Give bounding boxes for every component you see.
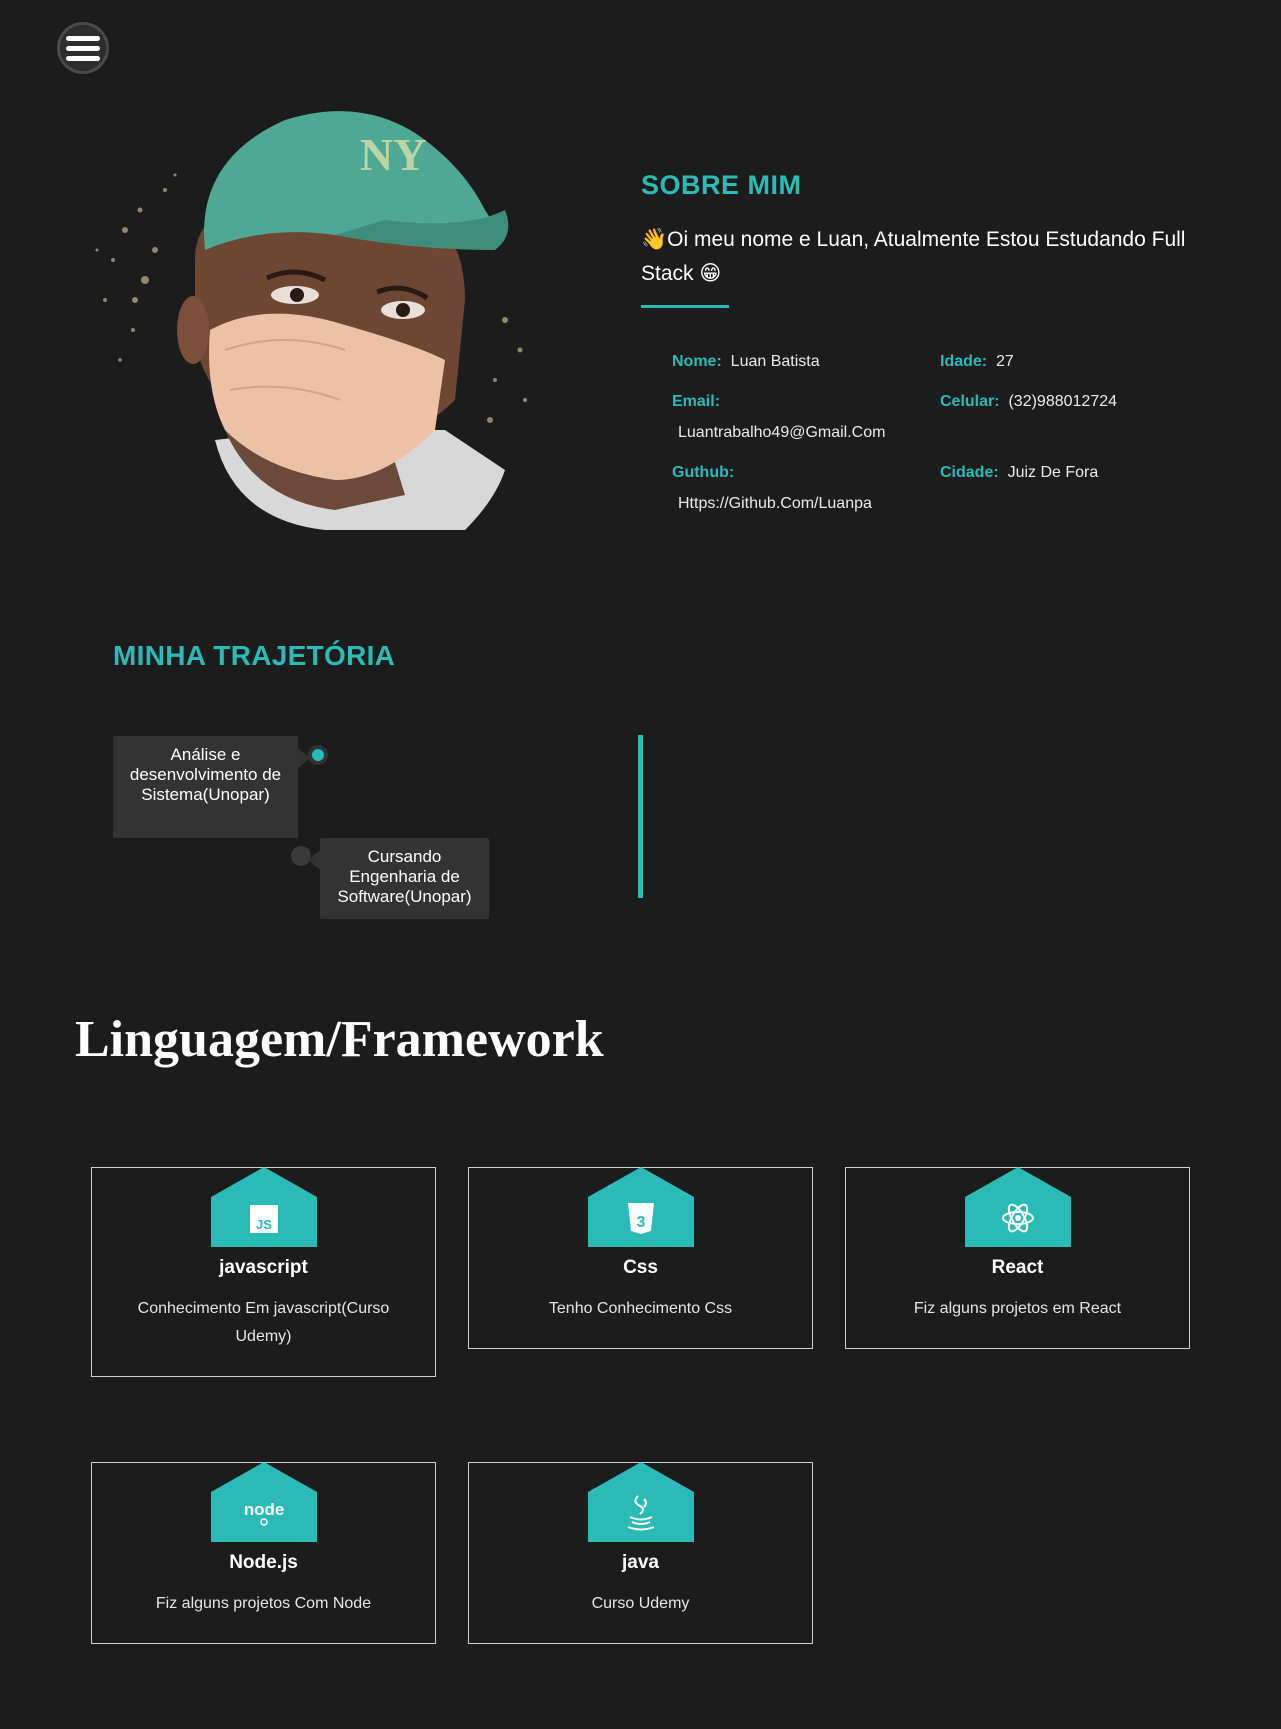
svg-text:JS: JS [256,1217,272,1232]
svg-text:node: node [243,1500,284,1519]
card-title: java [622,1552,659,1573]
cidade-value: Juiz De Fora [1007,464,1099,481]
nome-label: Nome: [672,353,722,370]
about-title: SOBRE MIM [641,170,802,200]
nome-value: Luan Batista [730,353,820,370]
timeline-line [638,735,643,898]
javascript-icon: JS [210,1167,317,1247]
language-card-java: java Curso Udemy [468,1462,813,1644]
card-title: Node.js [229,1552,298,1573]
celular-label: Celular: [940,393,1000,410]
info-idade: Idade: 27 [940,346,1014,377]
email-value: Luantrabalho49@Gmail.Com [678,424,886,441]
language-card-react: React Fiz alguns projetos em React [845,1167,1190,1349]
languages-title: Linguagem/Framework [75,1011,604,1068]
timeline-dot-active [308,745,328,765]
cidade-label: Cidade: [940,464,999,481]
svg-text:3: 3 [636,1214,645,1231]
card-title: javascript [219,1257,308,1278]
card-description: Conhecimento Em javascript(Curso Udemy) [137,1300,390,1345]
svg-text:NY: NY [360,129,426,180]
language-card-javascript: JS javascript Conhecimento Em javascript… [91,1167,436,1377]
timeline-item: Cursando Engenharia de Software(Unopar) [308,838,489,919]
trajectory-title: MINHA TRAJETÓRIA [113,640,396,671]
language-card-css: 3 Css Tenho Conhecimento Css [468,1167,813,1349]
info-github: Guthub: Https://Github.Com/Luanpa [672,457,872,519]
timeline-item: Análise e desenvolvimento de Sistema(Uno… [113,736,310,838]
card-description: Fiz alguns projetos em React [913,1300,1122,1317]
idade-label: Idade: [940,353,988,370]
about-intro: 👋Oi meu nome e Luan, Atualmente Estou Es… [641,228,1186,285]
info-celular: Celular: (32)988012724 [940,386,1117,417]
card-title: React [991,1257,1044,1278]
email-label: Email: [672,393,721,410]
language-card-nodejs: node Node.js Fiz alguns projetos Com Nod… [91,1462,436,1644]
nodejs-icon: node [210,1462,317,1542]
card-title: Css [623,1257,658,1278]
github-label: Guthub: [672,464,735,481]
about-underline-divider [641,305,729,308]
react-icon [964,1167,1071,1247]
card-description: Fiz alguns projetos Com Node [155,1595,372,1612]
info-cidade: Cidade: Juiz De Fora [940,457,1098,488]
about-section: SOBRE MIM 👋Oi meu nome e Luan, Atualment… [641,170,1201,308]
info-email: Email: Luantrabalho49@Gmail.Com [672,386,885,448]
card-description: Tenho Conhecimento Css [548,1300,733,1317]
java-icon [587,1462,694,1542]
celular-value: (32)988012724 [1008,393,1118,410]
info-nome: Nome: Luan Batista [672,346,820,377]
card-description: Curso Udemy [591,1595,690,1612]
hamburger-line [66,55,100,61]
profile-portrait: NY [95,111,527,530]
menu-button[interactable] [57,22,109,74]
hamburger-menu-icon [66,35,100,41]
idade-value: 27 [996,353,1014,370]
github-value: Https://Github.Com/Luanpa [678,495,872,512]
css3-icon: 3 [587,1167,694,1247]
personal-info: Nome: Luan Batista Idade: 27 Email: Luan… [672,346,1232,516]
hamburger-line [66,45,100,51]
